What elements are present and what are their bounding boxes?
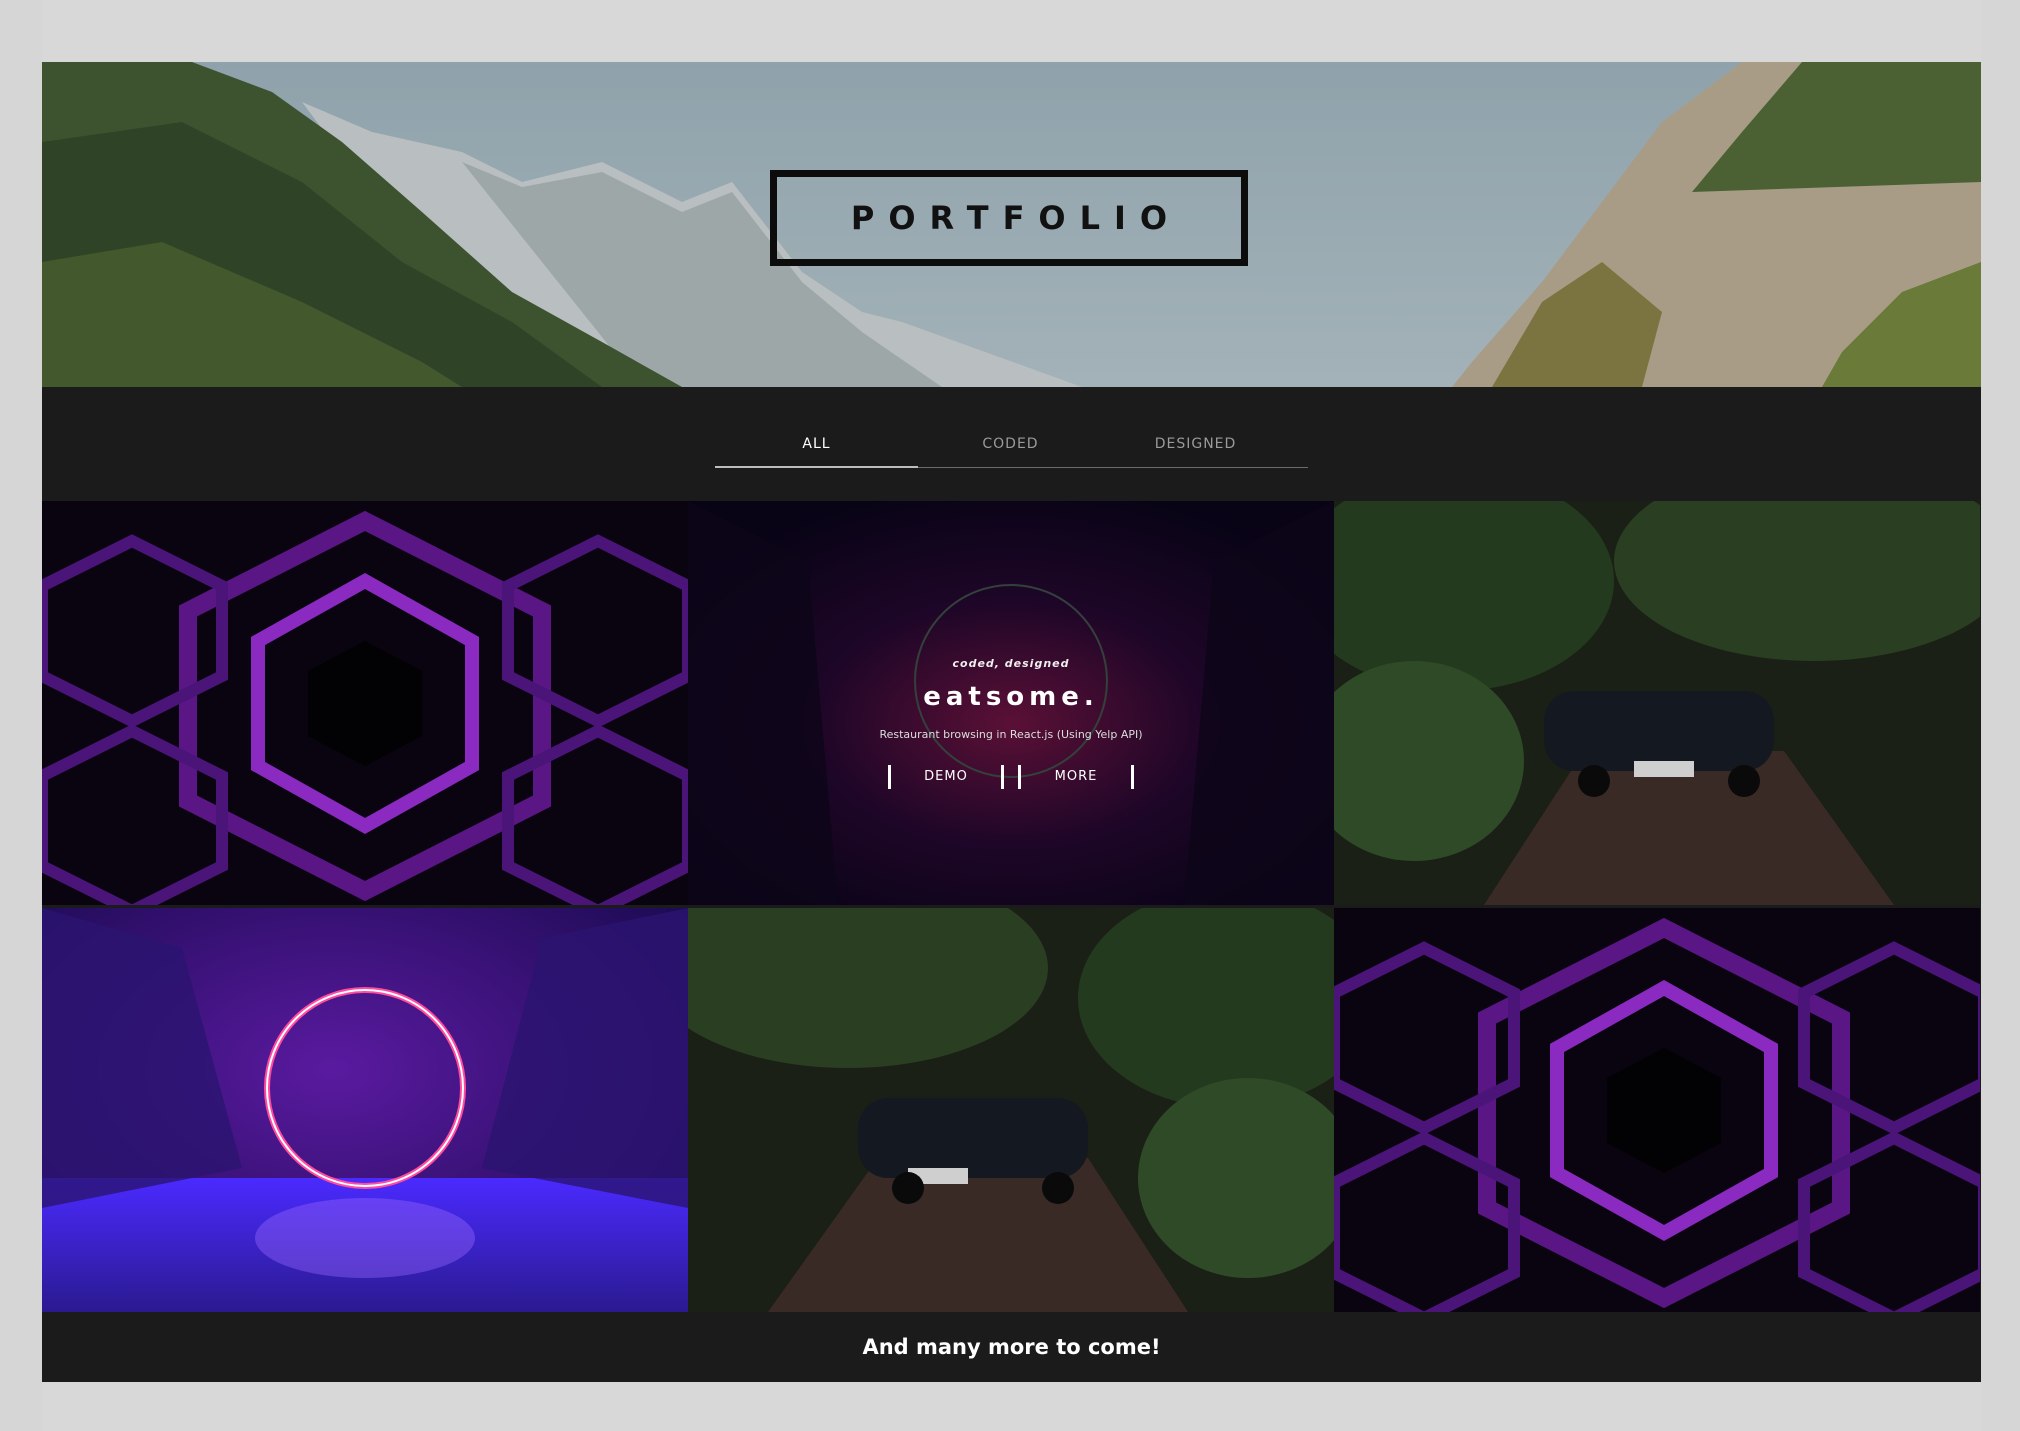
page: PORTFOLIO ALL CODED DESIGNED coded, desi… xyxy=(42,0,1981,1431)
portfolio-section: ALL CODED DESIGNED coded, designed eatso… xyxy=(42,387,1981,1382)
more-button[interactable]: MORE xyxy=(1018,765,1134,789)
project-description: Restaurant browsing in React.js (Using Y… xyxy=(879,728,1143,741)
project-overlay: coded, designed eatsome. Restaurant brow… xyxy=(688,501,1334,905)
project-card[interactable] xyxy=(42,908,688,1312)
filter-tabs: ALL CODED DESIGNED xyxy=(715,427,1308,468)
project-card[interactable] xyxy=(42,501,688,905)
portfolio-title-box: PORTFOLIO xyxy=(770,170,1248,266)
project-actions: DEMO MORE xyxy=(888,765,1134,789)
car-garden-image xyxy=(688,908,1334,1312)
footer-note: And many more to come! xyxy=(862,1335,1161,1359)
project-card[interactable] xyxy=(688,908,1334,1312)
project-grid: coded, designed eatsome. Restaurant brow… xyxy=(42,501,1981,1312)
demo-button[interactable]: DEMO xyxy=(888,765,1004,789)
page-title: PORTFOLIO xyxy=(850,199,1182,237)
hero-banner: PORTFOLIO xyxy=(42,62,1981,387)
tab-coded[interactable]: CODED xyxy=(918,427,1103,467)
tab-all[interactable]: ALL xyxy=(715,427,918,468)
car-garden-image xyxy=(1334,501,1980,905)
project-card[interactable] xyxy=(1334,501,1980,905)
project-tags: coded, designed xyxy=(952,657,1070,670)
project-title: eatsome. xyxy=(923,682,1099,712)
project-card[interactable] xyxy=(1334,908,1980,1312)
hexagon-tunnel-image xyxy=(1334,908,1980,1312)
hexagon-tunnel-image xyxy=(42,501,688,905)
project-card-eatsome[interactable]: coded, designed eatsome. Restaurant brow… xyxy=(688,501,1334,905)
neon-ring-image xyxy=(42,908,688,1312)
tab-designed[interactable]: DESIGNED xyxy=(1103,427,1288,467)
